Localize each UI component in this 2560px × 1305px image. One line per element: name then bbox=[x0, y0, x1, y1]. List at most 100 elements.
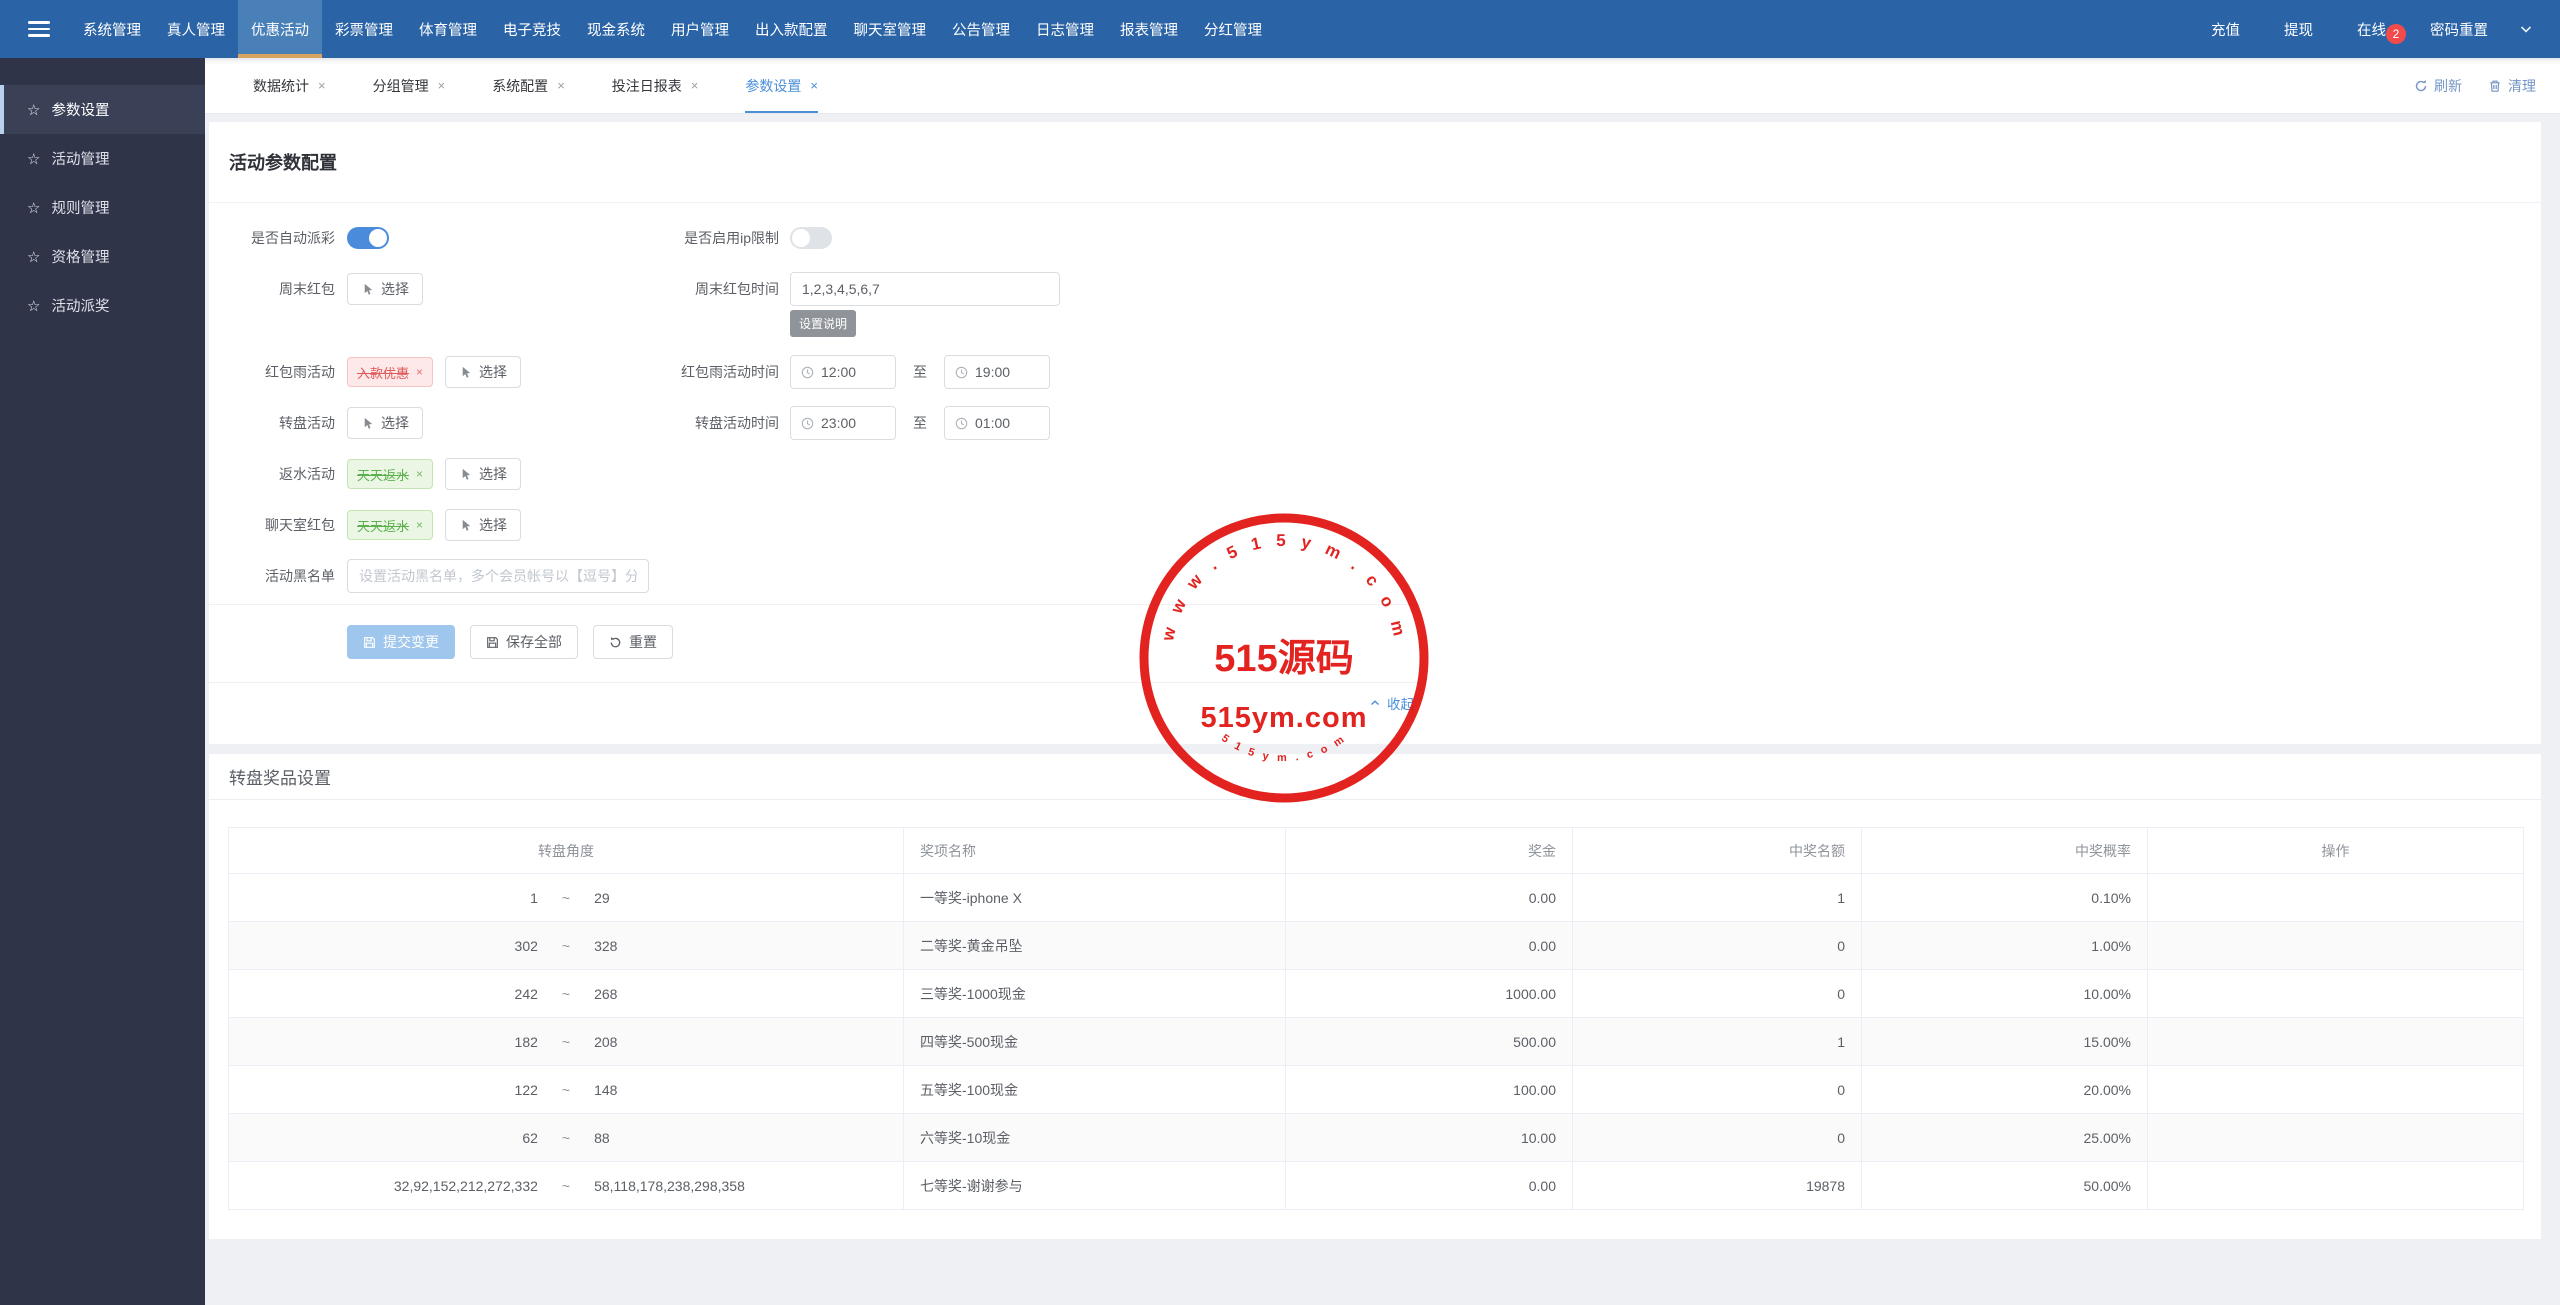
menu-toggle-icon[interactable] bbox=[28, 17, 50, 41]
tab-label: 数据统计 bbox=[253, 76, 309, 96]
table-row: 122~148 五等奖-100现金 100.00 0 20.00% bbox=[229, 1066, 2524, 1114]
col-quota: 中奖名额 bbox=[1573, 828, 1862, 874]
weekend-time-label: 周末红包时间 bbox=[607, 279, 779, 299]
main-menu: 系统管理 真人管理 优惠活动 彩票管理 体育管理 电子竞技 现金系统 用户管理 … bbox=[70, 0, 1275, 58]
tab-system-config[interactable]: 系统配置 × bbox=[492, 58, 565, 113]
tag-close-icon[interactable]: × bbox=[416, 467, 423, 481]
nav-item-user-mgmt[interactable]: 用户管理 bbox=[658, 0, 742, 58]
hand-pointer-icon bbox=[361, 417, 374, 430]
hand-pointer-icon bbox=[361, 283, 374, 296]
tilde: ~ bbox=[538, 938, 594, 954]
nav-item-live-mgmt[interactable]: 真人管理 bbox=[154, 0, 238, 58]
navbar-right: 充值 提现 在线 2 密码重置 bbox=[2189, 19, 2560, 40]
sidebar-item-qualification-mgmt[interactable]: ☆ 资格管理 bbox=[0, 232, 205, 281]
nav-item-esports[interactable]: 电子竞技 bbox=[490, 0, 574, 58]
weekend-time-input[interactable] bbox=[790, 272, 1060, 306]
reset-button[interactable]: 重置 bbox=[593, 625, 673, 659]
col-angle: 转盘角度 bbox=[229, 828, 904, 874]
page-title: 活动参数配置 bbox=[229, 149, 337, 175]
nav-item-deposit-withdraw-config[interactable]: 出入款配置 bbox=[742, 0, 841, 58]
sidebar-item-params[interactable]: ☆ 参数设置 bbox=[0, 85, 205, 134]
nav-item-announcement-mgmt[interactable]: 公告管理 bbox=[939, 0, 1023, 58]
nav-item-report-mgmt[interactable]: 报表管理 bbox=[1107, 0, 1191, 58]
rate: 10.00% bbox=[1862, 970, 2148, 1018]
close-icon[interactable]: × bbox=[810, 78, 818, 93]
tab-bet-daily-report[interactable]: 投注日报表 × bbox=[612, 58, 699, 113]
top-navbar: 系统管理 真人管理 优惠活动 彩票管理 体育管理 电子竞技 现金系统 用户管理 … bbox=[0, 0, 2560, 58]
time-value: 23:00 bbox=[821, 415, 856, 431]
nav-online[interactable]: 在线 2 bbox=[2335, 19, 2408, 40]
clock-icon bbox=[801, 417, 814, 430]
rate: 25.00% bbox=[1862, 1114, 2148, 1162]
hand-pointer-icon bbox=[459, 468, 472, 481]
nav-item-promotions[interactable]: 优惠活动 bbox=[238, 0, 322, 58]
tag-close-icon[interactable]: × bbox=[416, 365, 423, 379]
save-all-button[interactable]: 保存全部 bbox=[470, 625, 578, 659]
sidebar-item-rule-mgmt[interactable]: ☆ 规则管理 bbox=[0, 183, 205, 232]
bonus: 0.00 bbox=[1286, 922, 1573, 970]
table-header-row: 转盘角度 奖项名称 奖金 中奖名额 中奖概率 操作 bbox=[229, 828, 2524, 874]
row-actions bbox=[2148, 1114, 2524, 1162]
star-icon: ☆ bbox=[27, 248, 40, 266]
nav-item-system-mgmt[interactable]: 系统管理 bbox=[70, 0, 154, 58]
nav-item-sports-mgmt[interactable]: 体育管理 bbox=[406, 0, 490, 58]
submit-changes-button[interactable]: 提交变更 bbox=[347, 625, 455, 659]
close-icon[interactable]: × bbox=[318, 78, 326, 93]
rain-time-to-input[interactable]: 19:00 bbox=[944, 355, 1050, 389]
wheel-time-from-input[interactable]: 23:00 bbox=[790, 406, 896, 440]
prize-name: 二等奖-黄金吊坠 bbox=[904, 922, 1286, 970]
rate: 0.10% bbox=[1862, 874, 2148, 922]
nav-item-chatroom-mgmt[interactable]: 聊天室管理 bbox=[841, 0, 940, 58]
angle-from: 302 bbox=[230, 938, 538, 954]
chat-red-select-button[interactable]: 选择 bbox=[445, 509, 521, 541]
nav-item-dividend-mgmt[interactable]: 分红管理 bbox=[1191, 0, 1275, 58]
blacklist-label: 活动黑名单 bbox=[209, 566, 335, 586]
blacklist-input[interactable] bbox=[347, 559, 649, 593]
table-row: 1~29 一等奖-iphone X 0.00 1 0.10% bbox=[229, 874, 2524, 922]
to-label: 至 bbox=[913, 362, 927, 382]
trash-icon bbox=[2488, 79, 2502, 93]
rain-activity-tag: 入款优惠 × bbox=[347, 357, 433, 387]
rain-time-from-input[interactable]: 12:00 bbox=[790, 355, 896, 389]
tilde: ~ bbox=[538, 1130, 594, 1146]
wheel-activity-select-button[interactable]: 选择 bbox=[347, 407, 423, 439]
angle-from: 182 bbox=[230, 1034, 538, 1050]
wheel-activity-label: 转盘活动 bbox=[209, 413, 335, 433]
auto-payout-toggle[interactable] bbox=[347, 227, 389, 249]
rain-activity-select-button[interactable]: 选择 bbox=[445, 356, 521, 388]
row-actions bbox=[2148, 1066, 2524, 1114]
weekend-red-label: 周末红包 bbox=[209, 279, 335, 299]
nav-item-lottery-mgmt[interactable]: 彩票管理 bbox=[322, 0, 406, 58]
rebate-activity-select-button[interactable]: 选择 bbox=[445, 458, 521, 490]
bonus: 100.00 bbox=[1286, 1066, 1573, 1114]
nav-item-log-mgmt[interactable]: 日志管理 bbox=[1023, 0, 1107, 58]
tag-close-icon[interactable]: × bbox=[416, 518, 423, 532]
close-icon[interactable]: × bbox=[691, 78, 699, 93]
auto-payout-label: 是否自动派彩 bbox=[209, 228, 335, 248]
setting-note-button[interactable]: 设置说明 bbox=[790, 310, 856, 337]
tab-data-stats[interactable]: 数据统计 × bbox=[253, 58, 326, 113]
nav-password-reset[interactable]: 密码重置 bbox=[2408, 19, 2510, 40]
tab-group-mgmt[interactable]: 分组管理 × bbox=[373, 58, 446, 113]
collapse-link[interactable]: 收起 bbox=[1369, 693, 1414, 713]
nav-item-cash-system[interactable]: 现金系统 bbox=[574, 0, 658, 58]
close-icon[interactable]: × bbox=[557, 78, 565, 93]
chevron-down-icon[interactable] bbox=[2518, 21, 2534, 37]
wheel-prize-table: 转盘角度 奖项名称 奖金 中奖名额 中奖概率 操作 1~29 一 bbox=[228, 827, 2524, 1210]
sidebar-item-activity-prize[interactable]: ☆ 活动派奖 bbox=[0, 281, 205, 330]
wheel-time-to-input[interactable]: 01:00 bbox=[944, 406, 1050, 440]
weekend-red-select-button[interactable]: 选择 bbox=[347, 273, 423, 305]
tab-params[interactable]: 参数设置 × bbox=[745, 58, 818, 113]
ip-limit-toggle[interactable] bbox=[790, 227, 832, 249]
prize-name: 六等奖-10现金 bbox=[904, 1114, 1286, 1162]
refresh-button[interactable]: 刷新 bbox=[2414, 76, 2462, 96]
clean-button[interactable]: 清理 bbox=[2488, 76, 2536, 96]
rebate-activity-tag: 天天返水 × bbox=[347, 459, 433, 489]
nav-recharge[interactable]: 充值 bbox=[2189, 19, 2262, 40]
close-icon[interactable]: × bbox=[438, 78, 446, 93]
sidebar-item-label: 资格管理 bbox=[51, 246, 109, 267]
quota: 1 bbox=[1573, 1018, 1862, 1066]
prize-name: 四等奖-500现金 bbox=[904, 1018, 1286, 1066]
nav-withdraw[interactable]: 提现 bbox=[2262, 19, 2335, 40]
sidebar-item-activity-mgmt[interactable]: ☆ 活动管理 bbox=[0, 134, 205, 183]
